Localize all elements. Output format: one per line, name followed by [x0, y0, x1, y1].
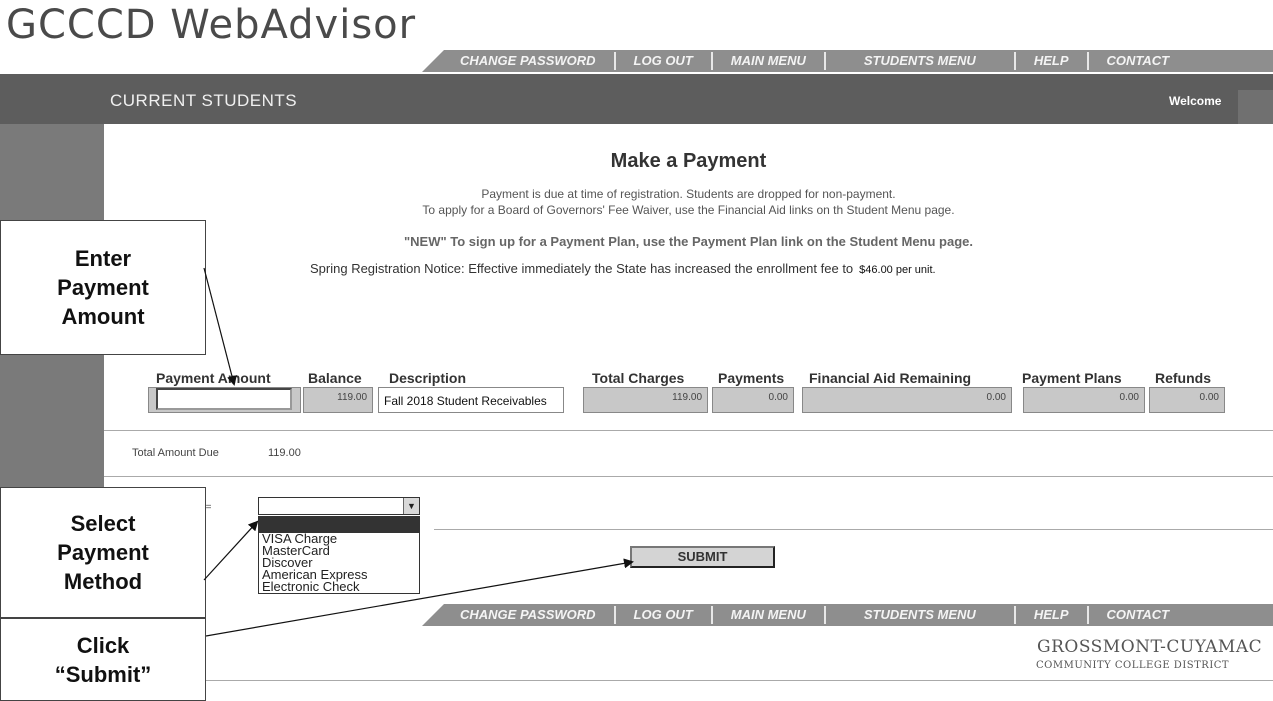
footer-divider	[200, 680, 1273, 681]
financial-aid-cell: 0.00	[802, 387, 1012, 413]
balance-cell: 119.00	[303, 387, 373, 413]
nav-log-out[interactable]: LOG OUT	[616, 606, 713, 624]
description-cell: Fall 2018 Student Receivables	[378, 387, 564, 413]
callout-enter-amount: Enter Payment Amount	[0, 220, 206, 355]
nav-students-menu[interactable]: STUDENTS MENU	[826, 52, 1016, 70]
notice-line-2: To apply for a Board of Governors' Fee W…	[422, 203, 955, 217]
nav-change-password[interactable]: CHANGE PASSWORD	[422, 52, 616, 70]
total-due-label: Total Amount Due	[132, 447, 219, 459]
payment-type-dropdown: VISA Charge MasterCard Discover American…	[258, 516, 420, 594]
callout-click-submit: Click “Submit”	[0, 618, 206, 701]
nav-change-password[interactable]: CHANGE PASSWORD	[422, 606, 616, 624]
col-payment-plans: Payment Plans	[1022, 370, 1122, 386]
payment-plan-notice: "NEW" To sign up for a Payment Plan, use…	[404, 234, 973, 249]
payment-amount-input[interactable]	[156, 388, 292, 410]
spring-notice-text: Spring Registration Notice: Effective im…	[310, 261, 854, 276]
welcome-text: Welcome	[1169, 94, 1222, 108]
col-total-charges: Total Charges	[592, 370, 685, 386]
payment-plans-cell: 0.00	[1023, 387, 1145, 413]
footer-org-logo: GROSSMONT-CUYAMAC	[1037, 637, 1263, 657]
nav-contact[interactable]: CONTACT	[1089, 606, 1188, 624]
header-bar: CURRENT STUDENTS Welcome	[0, 74, 1273, 124]
divider	[104, 430, 1273, 431]
app-logo: GCCCD WebAdvisor	[6, 2, 417, 48]
total-due-value: 119.00	[268, 447, 301, 459]
total-charges-cell: 119.00	[583, 387, 708, 413]
col-financial-aid: Financial Aid Remaining	[809, 370, 972, 386]
spring-notice: Spring Registration Notice: Effective im…	[310, 261, 936, 276]
welcome-box	[1238, 90, 1273, 124]
submit-button[interactable]: SUBMIT	[630, 546, 775, 568]
bottom-nav: CHANGE PASSWORD LOG OUT MAIN MENU STUDEN…	[422, 604, 1273, 626]
col-refunds: Refunds	[1155, 370, 1211, 386]
col-description: Description	[389, 370, 467, 386]
refunds-cell: 0.00	[1149, 387, 1225, 413]
col-payments: Payments	[718, 370, 785, 386]
page-title: Make a Payment	[610, 150, 767, 172]
nav-students-menu[interactable]: STUDENTS MENU	[826, 606, 1016, 624]
nav-help[interactable]: HELP	[1016, 606, 1089, 624]
top-nav: CHANGE PASSWORD LOG OUT MAIN MENU STUDEN…	[422, 50, 1273, 72]
payment-notice: Payment is due at time of registration. …	[104, 186, 1273, 218]
divider	[104, 476, 1273, 477]
nav-contact[interactable]: CONTACT	[1089, 52, 1188, 70]
nav-main-menu[interactable]: MAIN MENU	[713, 606, 826, 624]
fee-text: $46.00 per unit.	[859, 264, 936, 276]
divider	[434, 529, 1273, 530]
payments-cell: 0.00	[712, 387, 794, 413]
footer-org-subtitle: COMMUNITY COLLEGE DISTRICT	[1036, 660, 1230, 671]
notice-line-1: Payment is due at time of registration. …	[481, 187, 896, 201]
section-title: CURRENT STUDENTS	[110, 91, 298, 110]
payment-type-select[interactable]: ▼	[258, 497, 420, 515]
col-balance: Balance	[308, 370, 362, 386]
chevron-down-icon[interactable]: ▼	[403, 498, 419, 514]
option-electronic-check[interactable]: Electronic Check	[259, 580, 419, 593]
nav-log-out[interactable]: LOG OUT	[616, 52, 713, 70]
callout-select-method: Select Payment Method	[0, 487, 206, 618]
nav-help[interactable]: HELP	[1016, 52, 1089, 70]
col-payment-amount: Payment Amount	[156, 370, 271, 386]
nav-main-menu[interactable]: MAIN MENU	[713, 52, 826, 70]
main-content: Make a Payment Payment is due at time of…	[104, 124, 1273, 604]
